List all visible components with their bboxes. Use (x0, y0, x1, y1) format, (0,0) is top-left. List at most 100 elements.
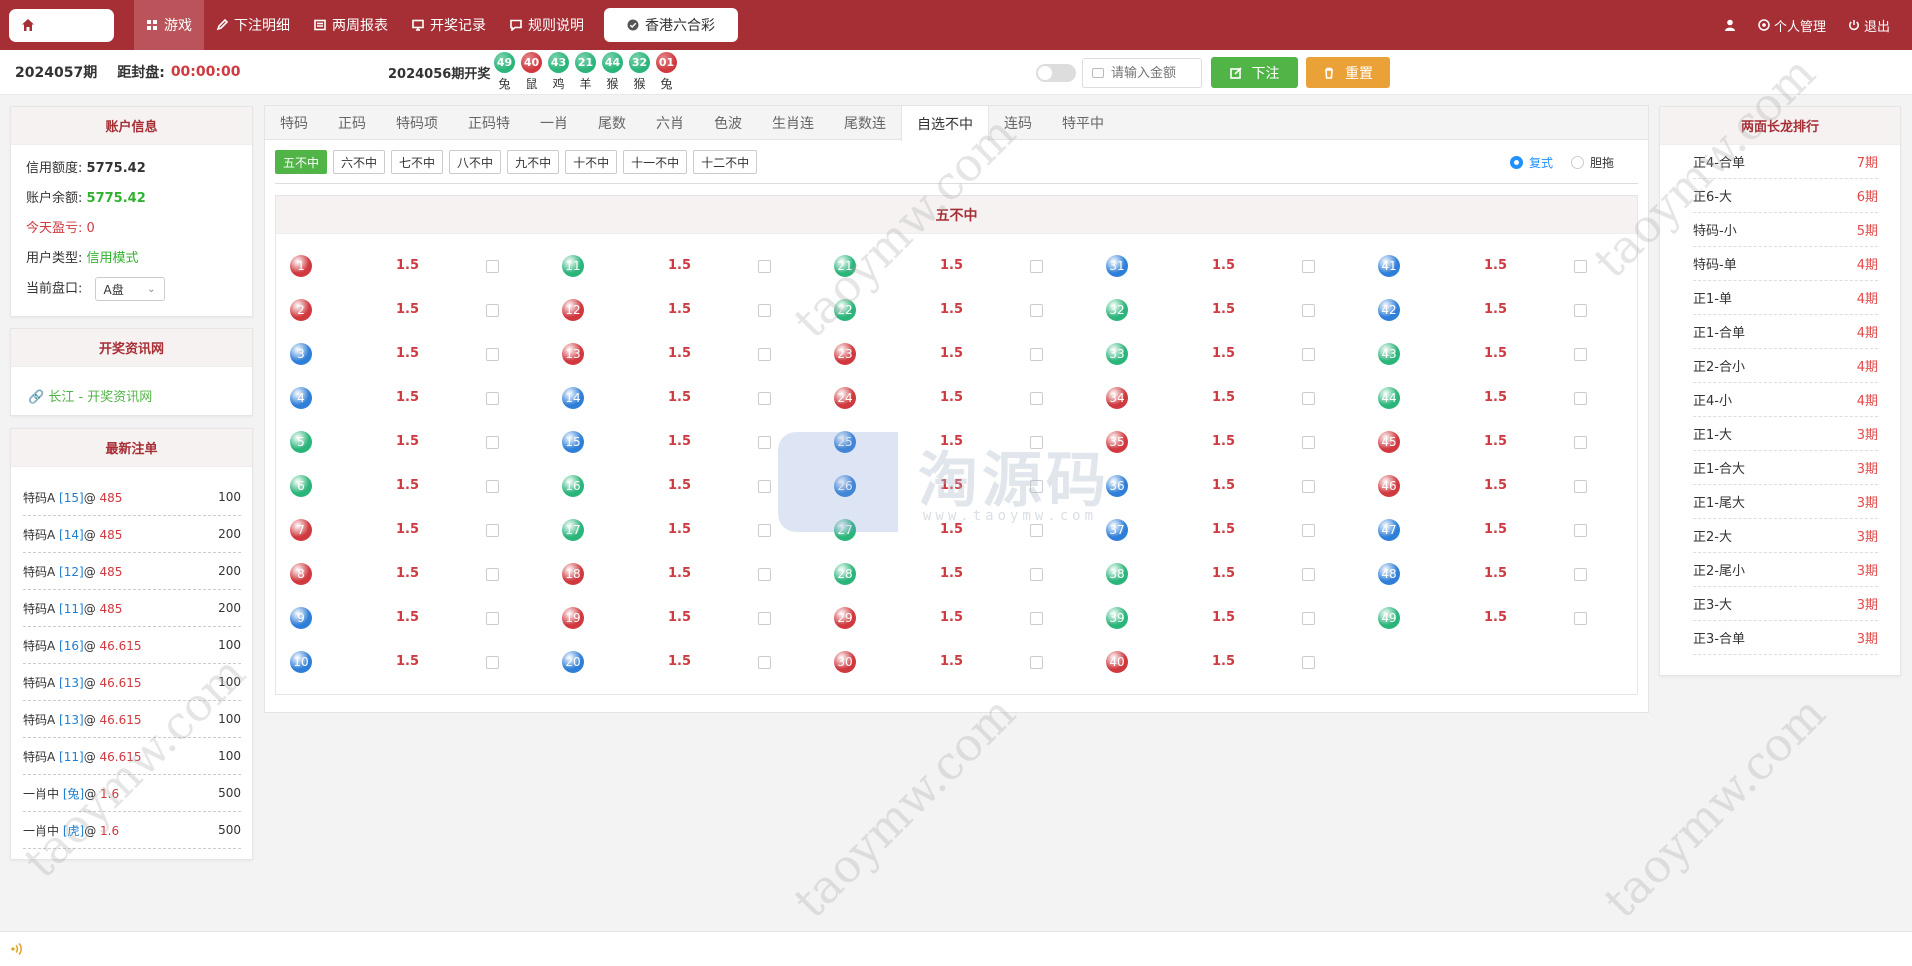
tab-1[interactable]: 正码 (323, 106, 381, 140)
dragon-periods: 7期 (1856, 156, 1878, 171)
number-checkbox[interactable] (758, 656, 771, 669)
number-checkbox[interactable] (1574, 480, 1587, 493)
number-checkbox[interactable] (1030, 480, 1043, 493)
number-checkbox[interactable] (1030, 524, 1043, 537)
number-checkbox[interactable] (486, 480, 499, 493)
tab-12[interactable]: 特平中 (1047, 106, 1119, 140)
subtab-2[interactable]: 七不中 (391, 150, 444, 174)
number-checkbox[interactable] (486, 260, 499, 273)
logout-label: 退出 (1863, 19, 1890, 35)
subtab-4[interactable]: 九不中 (507, 150, 560, 174)
nav-item-2[interactable]: 两周报表 (302, 0, 400, 50)
radio-compound[interactable] (1510, 156, 1523, 169)
speaker-icon[interactable] (9, 941, 25, 957)
number-checkbox[interactable] (1574, 260, 1587, 273)
number-checkbox[interactable] (758, 304, 771, 317)
tab-8[interactable]: 生肖连 (757, 106, 829, 140)
number-checkbox[interactable] (1302, 656, 1315, 669)
number-checkbox[interactable] (1574, 612, 1587, 625)
reset-button[interactable]: 重置 (1306, 57, 1390, 88)
number-cell: 48 1.5 (1378, 560, 1638, 588)
nav-item-4[interactable]: 规则说明 (498, 0, 596, 50)
number-checkbox[interactable] (486, 568, 499, 581)
number-checkbox[interactable] (1030, 392, 1043, 405)
number-checkbox[interactable] (1302, 348, 1315, 361)
long-dragon-row: 正4-小 4期 (1693, 383, 1878, 417)
number-checkbox[interactable] (1574, 304, 1587, 317)
number-checkbox[interactable] (1030, 568, 1043, 581)
number-checkbox[interactable] (1030, 656, 1043, 669)
news-link[interactable]: 🔗 长江 - 开奖资讯网 (28, 386, 152, 405)
number-checkbox[interactable] (486, 304, 499, 317)
long-dragon-row: 正4-合单 7期 (1693, 145, 1878, 179)
tab-2[interactable]: 特码项 (381, 106, 453, 140)
number-checkbox[interactable] (1302, 260, 1315, 273)
number-checkbox[interactable] (1302, 436, 1315, 449)
number-checkbox[interactable] (1030, 436, 1043, 449)
nav-item-0[interactable]: 游戏 (134, 0, 204, 50)
tab-3[interactable]: 正码特 (453, 106, 525, 140)
number-checkbox[interactable] (758, 612, 771, 625)
subtab-0[interactable]: 五不中 (275, 150, 328, 174)
tab-0[interactable]: 特码 (265, 106, 323, 140)
home-button[interactable] (9, 8, 114, 42)
subtab-6[interactable]: 十一不中 (623, 150, 688, 174)
subtab-3[interactable]: 八不中 (449, 150, 502, 174)
bet-amount: 200 (218, 527, 241, 541)
number-checkbox[interactable] (758, 348, 771, 361)
subtab-7[interactable]: 十二不中 (693, 150, 758, 174)
number-checkbox[interactable] (1574, 436, 1587, 449)
number-ball: 1 (290, 255, 312, 277)
quick-bet-toggle[interactable] (1036, 64, 1076, 82)
tab-5[interactable]: 尾数 (583, 106, 641, 140)
nav-item-1[interactable]: 下注明细 (204, 0, 302, 50)
number-checkbox[interactable] (1574, 568, 1587, 581)
tab-7[interactable]: 色波 (699, 106, 757, 140)
subtab-5[interactable]: 十不中 (565, 150, 618, 174)
lottery-selector[interactable]: 香港六合彩 (604, 8, 738, 42)
tab-4[interactable]: 一肖 (525, 106, 583, 140)
number-checkbox[interactable] (486, 612, 499, 625)
nav-item-3[interactable]: 开奖记录 (400, 0, 498, 50)
tab-11[interactable]: 连码 (989, 106, 1047, 140)
number-checkbox[interactable] (1030, 260, 1043, 273)
radio-drag[interactable] (1571, 156, 1585, 169)
subtab-1[interactable]: 六不中 (333, 150, 386, 174)
number-checkbox[interactable] (758, 436, 771, 449)
market-select[interactable]: A盘 ⌄ (94, 277, 165, 301)
number-checkbox[interactable] (1302, 480, 1315, 493)
number-checkbox[interactable] (486, 524, 499, 537)
number-checkbox[interactable] (1302, 304, 1315, 317)
logout-button[interactable]: 退出 (1848, 16, 1890, 35)
number-checkbox[interactable] (1302, 524, 1315, 537)
number-odds: 1.5 (668, 434, 692, 449)
tab-10[interactable]: 自选不中 (901, 106, 989, 141)
number-checkbox[interactable] (758, 260, 771, 273)
number-ball: 4 (290, 387, 312, 409)
tab-6[interactable]: 六肖 (641, 106, 699, 140)
number-checkbox[interactable] (1574, 348, 1587, 361)
number-checkbox[interactable] (1030, 612, 1043, 625)
number-checkbox[interactable] (758, 568, 771, 581)
number-checkbox[interactable] (758, 524, 771, 537)
bet-button[interactable]: 下注 (1211, 57, 1298, 88)
number-checkbox[interactable] (486, 348, 499, 361)
number-checkbox[interactable] (486, 656, 499, 669)
number-checkbox[interactable] (1030, 348, 1043, 361)
number-checkbox[interactable] (758, 392, 771, 405)
number-odds: 1.5 (1484, 566, 1508, 581)
number-checkbox[interactable] (1574, 524, 1587, 537)
number-checkbox[interactable] (1302, 392, 1315, 405)
number-checkbox[interactable] (1574, 392, 1587, 405)
user-menu[interactable]: 个人管理 (1758, 16, 1826, 35)
number-checkbox[interactable] (486, 436, 499, 449)
number-cell: 15 1.5 (562, 428, 822, 456)
number-checkbox[interactable] (1302, 612, 1315, 625)
number-odds: 1.5 (668, 390, 692, 405)
number-checkbox[interactable] (758, 480, 771, 493)
number-checkbox[interactable] (1030, 304, 1043, 317)
number-checkbox[interactable] (1302, 568, 1315, 581)
user-icon-button[interactable] (1724, 19, 1736, 31)
tab-9[interactable]: 尾数连 (829, 106, 901, 140)
number-checkbox[interactable] (486, 392, 499, 405)
